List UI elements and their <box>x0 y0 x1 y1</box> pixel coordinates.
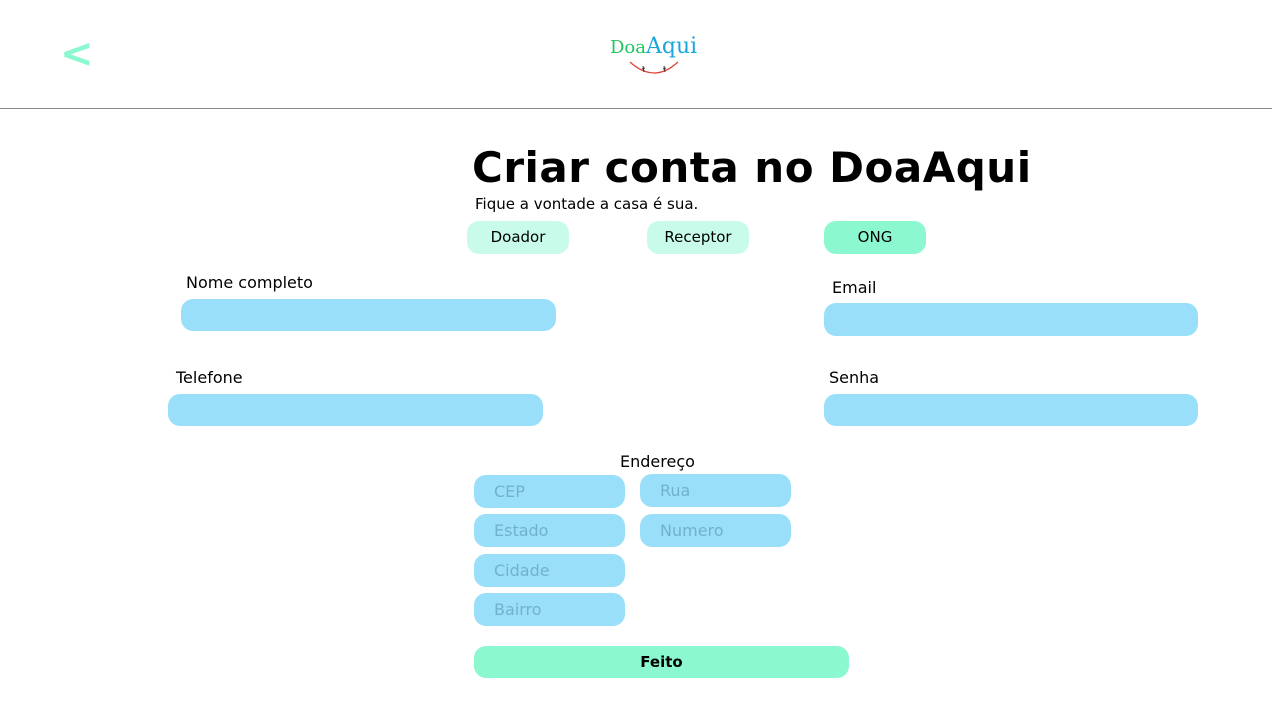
role-tab-receptor[interactable]: Receptor <box>647 221 749 254</box>
cidade-input[interactable] <box>474 554 625 587</box>
estado-input[interactable] <box>474 514 625 547</box>
endereco-label: Endereço <box>620 452 695 471</box>
logo-smile-icon <box>629 61 679 74</box>
page-title: Criar conta no DoaAqui <box>472 143 1032 192</box>
logo-text-aqui: Aqui <box>646 34 698 59</box>
bairro-input[interactable] <box>474 593 625 626</box>
page-subtitle: Fique a vontade a casa é sua. <box>475 195 699 213</box>
logo-text-doa: Doa <box>610 37 646 58</box>
nome-label: Nome completo <box>186 273 313 292</box>
role-tab-doador[interactable]: Doador <box>467 221 569 254</box>
role-tab-ong[interactable]: ONG <box>824 221 926 254</box>
email-label: Email <box>832 278 877 297</box>
numero-input[interactable] <box>640 514 791 547</box>
header-divider <box>0 108 1272 109</box>
senha-label: Senha <box>829 368 880 387</box>
telefone-label: Telefone <box>176 368 243 387</box>
cep-input[interactable] <box>474 475 625 508</box>
submit-button[interactable]: Feito <box>474 646 849 678</box>
nome-input[interactable] <box>181 299 556 331</box>
senha-input[interactable] <box>824 394 1198 426</box>
telefone-input[interactable] <box>168 394 543 426</box>
back-button[interactable]: < <box>60 28 94 80</box>
email-input[interactable] <box>824 303 1198 336</box>
logo: DoaAqui <box>610 34 700 80</box>
rua-input[interactable] <box>640 474 791 507</box>
